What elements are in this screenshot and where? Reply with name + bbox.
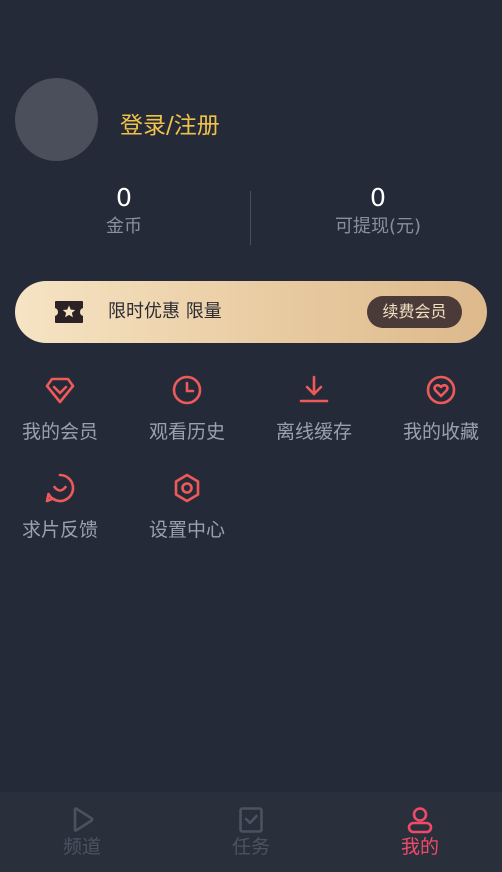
coins-label: 金币 [106, 216, 142, 237]
nav-tab-mine[interactable]: 我的 [365, 806, 475, 860]
nav-label: 任务 [231, 836, 270, 858]
nav-label: 我的 [400, 836, 439, 858]
gem-icon [45, 377, 75, 404]
menu-item-offline-cache[interactable]: 离线缓存 [259, 374, 369, 460]
menu-label: 设置中心 [148, 519, 225, 541]
bottom-navigation: 频道 任务 我的 [0, 792, 502, 872]
withdrawable-label: 可提现(元) [334, 216, 422, 237]
menu-label: 离线缓存 [275, 421, 352, 443]
stats-row: 0 金币 0 可提现(元) [0, 183, 502, 247]
play-icon [73, 807, 94, 832]
coins-stat[interactable]: 0 金币 [50, 183, 198, 241]
coins-value: 0 [116, 183, 132, 212]
profile-page: 登录/注册 0 金币 0 可提现(元) 限时优惠 限量 续费会员 我的会员 观看… [0, 0, 502, 872]
menu-label: 求片反馈 [21, 519, 98, 541]
menu-label: 我的收藏 [402, 421, 479, 443]
heart-icon [426, 375, 456, 405]
withdrawable-value: 0 [370, 183, 386, 212]
feedback-icon [45, 473, 75, 503]
menu-label: 我的会员 [21, 421, 98, 443]
clock-icon [172, 375, 202, 405]
login-register-link[interactable]: 登录/注册 [120, 106, 220, 140]
stats-divider [250, 191, 251, 245]
menu-item-history[interactable]: 观看历史 [132, 374, 242, 460]
menu-item-membership[interactable]: 我的会员 [5, 374, 115, 460]
menu-item-settings[interactable]: 设置中心 [132, 472, 242, 558]
vip-promo-banner[interactable]: 限时优惠 限量 续费会员 [15, 281, 487, 343]
menu-item-favorites[interactable]: 我的收藏 [386, 374, 496, 460]
nav-tab-channels[interactable]: 频道 [27, 806, 137, 860]
user-icon [407, 807, 433, 834]
download-icon [299, 375, 329, 403]
menu-label: 观看历史 [148, 421, 225, 443]
settings-icon [174, 473, 200, 503]
nav-label: 频道 [62, 836, 101, 858]
promo-text: 限时优惠 限量 [108, 301, 222, 322]
task-icon [239, 807, 263, 833]
vip-ticket-icon [55, 301, 83, 323]
renew-membership-button[interactable]: 续费会员 [367, 296, 462, 328]
avatar[interactable] [15, 78, 98, 161]
menu-item-feedback[interactable]: 求片反馈 [5, 472, 115, 558]
withdrawable-stat[interactable]: 0 可提现(元) [300, 183, 456, 241]
nav-tab-tasks[interactable]: 任务 [196, 806, 306, 860]
